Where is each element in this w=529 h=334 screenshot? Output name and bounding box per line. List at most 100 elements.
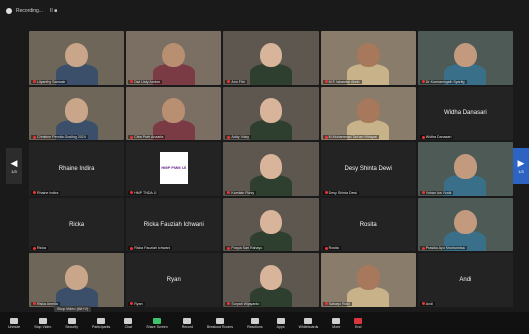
participant-name: Widha Danasari [444,110,487,117]
breakout-icon [216,317,225,324]
participant-tile[interactable]: Ann Fitri [223,31,319,85]
participant-tile[interactable]: Lilyanthy Samosir [29,31,125,85]
meeting-toolbar: Unmute Stop Video Security Participants Chat… [0,312,529,334]
muted-mic-icon [130,191,134,195]
participant-face [162,42,186,68]
participant-tile[interactable]: Ricka Ricka [29,197,125,252]
stop-video-button[interactable]: Stop Video [34,317,52,329]
participant-caption: Suryati Wijayanto [225,301,262,306]
participant-face [65,98,88,124]
participant-name: Desy Shinta Dewi [344,165,392,172]
participant-tile[interactable]: Saharjo Rizki [320,253,416,307]
muted-mic-icon [421,191,425,195]
toolbar-label: Share Screen [146,324,168,329]
participant-face [65,42,88,68]
whiteboards-button[interactable]: Whiteboards [299,317,318,329]
toolbar-label: Stop Video [34,324,52,329]
muted-mic-icon [324,80,328,84]
participant-tile[interactable]: Prasika Ayu Khoirunnisa [417,197,513,252]
next-page-button[interactable]: ▶ 1/3 [513,148,529,184]
record-icon [183,317,192,324]
muted-mic-icon [324,302,328,306]
participant-caption: Addy Vicky [225,135,252,140]
end-button[interactable]: End [354,317,363,329]
participant-caption-text: Desy Shinta Dewi [328,190,357,195]
participant-tile[interactable]: M.F. Iskandar Alwin [320,31,416,85]
participant-caption-text: Andi [425,301,433,306]
participant-tile[interactable]: Riska Amelia [29,253,125,307]
participant-tile[interactable]: Kamilah Rizky [223,142,319,196]
participant-face [259,153,283,179]
participant-face [453,209,477,235]
participants-button[interactable]: Participants [92,317,110,329]
participant-caption: Kamilah Rizky [225,190,257,195]
participant-grid: Lilyanthy Samosir Dwi Listy Ambar Ann Fitr… [29,31,513,307]
participant-caption: Ryan [128,301,145,306]
participant-caption-text: M.F. Iskandar Alwin [328,79,360,84]
participant-tile[interactable]: HMP PMM IJI HMP TNDA IJ [126,142,222,196]
participant-caption: Puspa Sari Rahayu [225,246,265,251]
apps-button[interactable]: Apps [276,317,285,329]
participant-tile[interactable]: Dr Kurnianingsih Syarifg [417,31,513,85]
muted-mic-icon [227,135,231,139]
participant-tile[interactable]: Christine Pernita Gosling 2024 [29,86,125,141]
record-button[interactable]: Record [182,317,193,329]
participant-caption: Christine Pernita Gosling 2024 [31,135,88,140]
muted-mic-icon [33,191,36,195]
participant-tile[interactable]: Yohan Iva Yunik [417,142,513,196]
participant-tile[interactable]: Widha Danasari Widha Danasari [417,86,513,141]
shield-icon [67,317,76,324]
muted-mic-icon [421,80,425,84]
participant-tile[interactable]: Addy Vicky [223,86,319,141]
participant-caption-text: Yohan Iva Yunik [425,190,452,195]
participant-name: Andi [459,277,472,284]
reactions-button[interactable]: Reactions [247,317,263,329]
participant-face [356,98,380,124]
mic-icon [10,317,19,324]
chat-button[interactable]: Chat [124,317,133,329]
toolbar-label: Unmute [8,324,21,329]
security-button[interactable]: Security [65,317,78,329]
participant-tile[interactable]: Rosita Rosita [320,197,416,252]
recording-controls[interactable]: II ■ [50,8,57,14]
participant-tile[interactable]: Andi Andi [417,253,513,307]
participant-tile[interactable]: M.Muhammad Tarhan Hidayat [320,86,416,141]
participant-tile[interactable]: Puspa Sari Rahayu [223,197,319,252]
apps-icon [276,317,285,324]
muted-mic-icon [324,135,328,139]
participant-caption: Yohan Iva Yunik [419,190,454,195]
muted-mic-icon [33,246,36,250]
toolbar-label: Chat [124,324,132,329]
participant-caption: Ricka [31,246,48,251]
more-button[interactable]: More [332,317,341,329]
participant-face [162,98,186,124]
participant-tile[interactable]: Ryan Ryan [126,253,222,307]
participant-caption-text: M.Muhammad Tarhan Hidayat [328,135,377,140]
participant-face [259,98,283,124]
participant-caption-text: Rhaine Indira [37,190,59,195]
muted-mic-icon [33,302,36,306]
participant-caption-text: Addy Vicky [231,135,250,140]
participant-face [259,209,283,235]
participant-caption-text: Suryati Wijayanto [231,301,260,306]
toolbar-label: Apps [276,324,285,329]
participant-caption-text: Ryan [134,301,143,306]
participant-caption: Rosita [322,246,341,251]
participant-tile[interactable]: Desy Shinta Dewi Desy Shinta Dewi [320,142,416,196]
muted-mic-icon [130,302,134,306]
participant-tile[interactable]: Citra Putri Anzarta [126,86,222,141]
muted-mic-icon [421,135,425,139]
participant-name: Rosita [359,221,377,228]
muted-mic-icon [324,246,328,250]
participant-caption-text: Ann Fitri [231,79,245,84]
share-screen-button[interactable]: Share Screen [146,317,168,329]
participant-tile[interactable]: Suryati Wijayanto [223,253,319,307]
breakout-rooms-button[interactable]: Breakout Rooms [207,317,233,329]
participant-tile[interactable]: Dwi Listy Ambar [126,31,222,85]
participant-caption: Rhaine Indira [31,190,61,195]
unmute-button[interactable]: Unmute [8,317,21,329]
participant-tile[interactable]: Ricka Fauziah Ichwani Ricka Fauziah Ichwa… [126,197,222,252]
previous-page-button[interactable]: ◀ 1/3 [6,148,22,184]
participant-caption: M.Muhammad Tarhan Hidayat [322,135,379,140]
participant-tile[interactable]: Rhaine Indira Rhaine Indira [29,142,125,196]
